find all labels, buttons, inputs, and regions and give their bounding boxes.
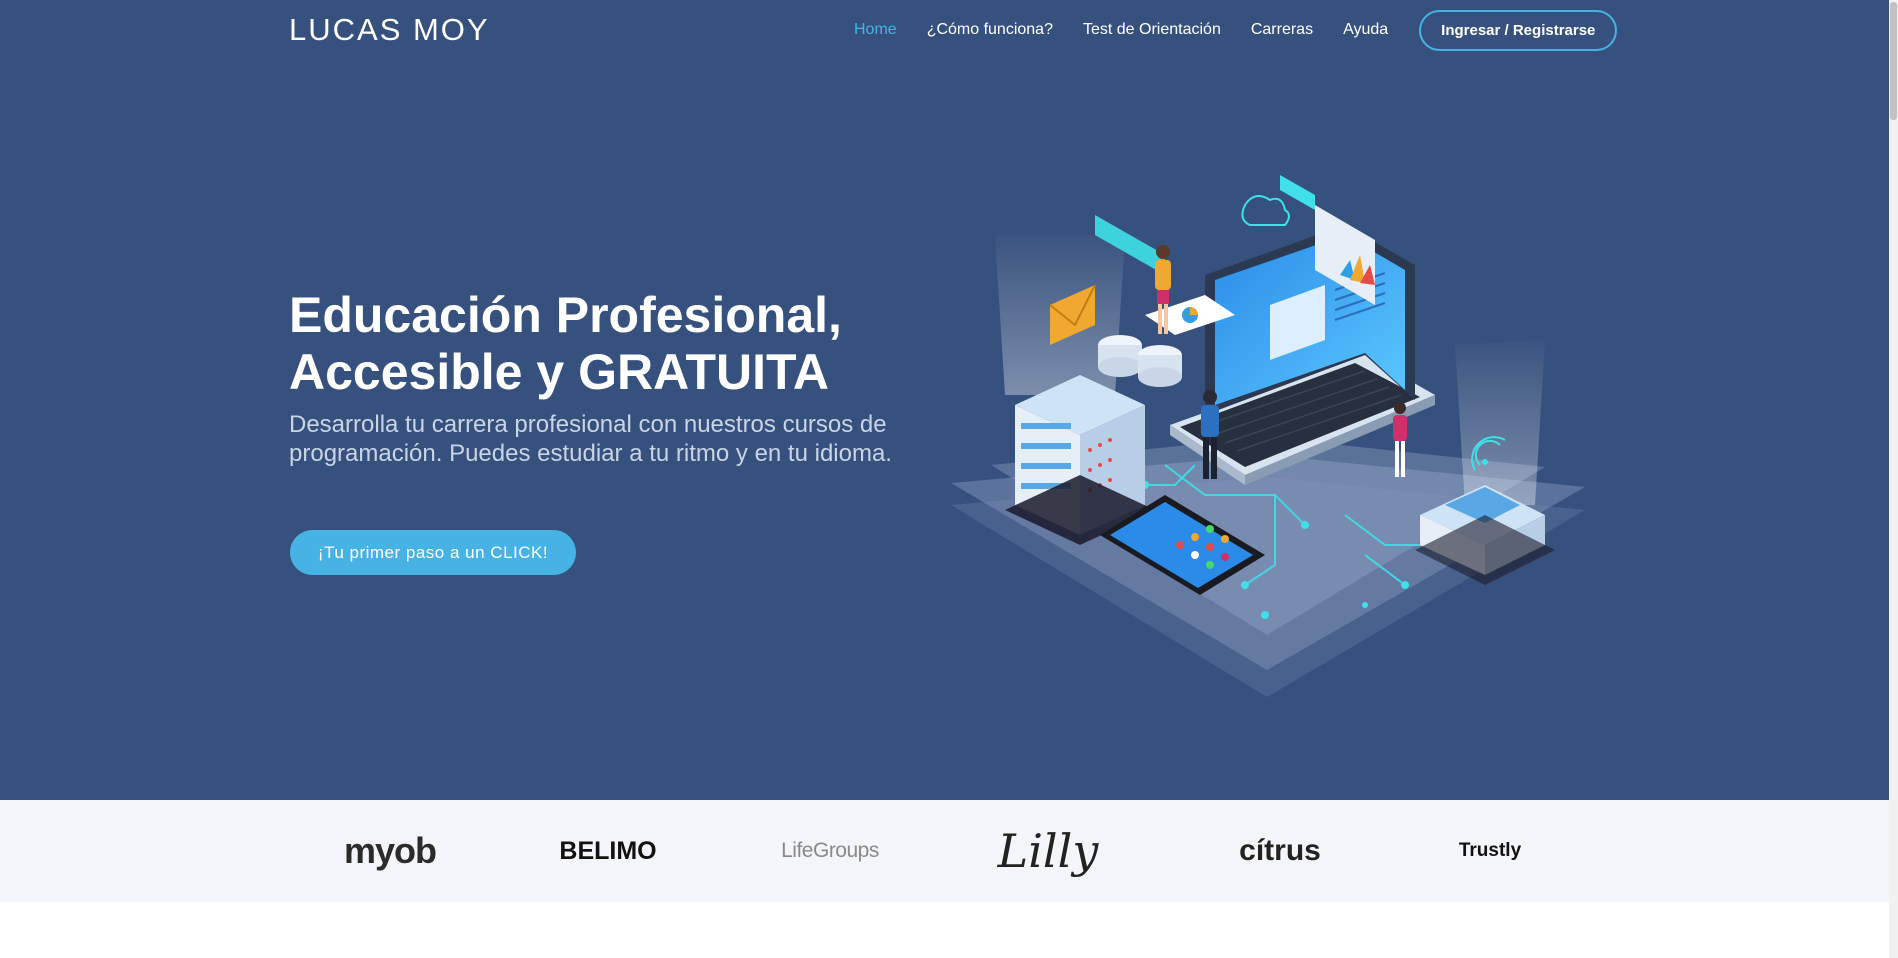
client-logo-myob: myob	[343, 830, 437, 871]
client-logo-lifegroups: LifeGroups	[781, 839, 879, 862]
hero-title-line1: Educación Profesional,	[289, 287, 842, 343]
get-started-button[interactable]: ¡Tu primer paso a un CLICK!	[290, 530, 576, 575]
client-logo-lilly: Lilly	[997, 824, 1099, 878]
nav-carreras[interactable]: Carreras	[1251, 21, 1313, 39]
main-nav: Home ¿Cómo funciona? Test de Orientación…	[854, 9, 1618, 51]
page-scrollbar[interactable]	[1889, 0, 1898, 958]
hero-section: LUCAS MOY Home ¿Cómo funciona? Test de O…	[0, 0, 1889, 800]
login-register-button[interactable]: Ingresar / Registrarse	[1419, 9, 1618, 51]
hero-illustration	[951, 175, 1585, 697]
client-logo-belimo: BELIMO	[559, 836, 657, 865]
site-logo[interactable]: LUCAS MOY	[289, 12, 490, 48]
clients-section: myob BELIMO LifeGroups Lilly cítrus Trus…	[0, 800, 1889, 902]
client-logo-citrus: cítrus	[1239, 834, 1321, 867]
hero-subtitle: Desarrolla tu carrera profesional con nu…	[289, 411, 892, 467]
hero-title: Educación Profesional, Accesible y GRATU…	[289, 287, 909, 401]
nav-como-funciona[interactable]: ¿Cómo funciona?	[927, 21, 1053, 39]
nav-home[interactable]: Home	[854, 21, 897, 39]
nav-ayuda[interactable]: Ayuda	[1343, 21, 1388, 39]
hero-title-line2: Accesible y GRATUITA	[289, 344, 829, 400]
scrollbar-thumb[interactable]	[1890, 2, 1897, 120]
nav-test-orientacion[interactable]: Test de Orientación	[1083, 21, 1221, 39]
client-logo-trustly: Trustly	[1458, 840, 1522, 861]
